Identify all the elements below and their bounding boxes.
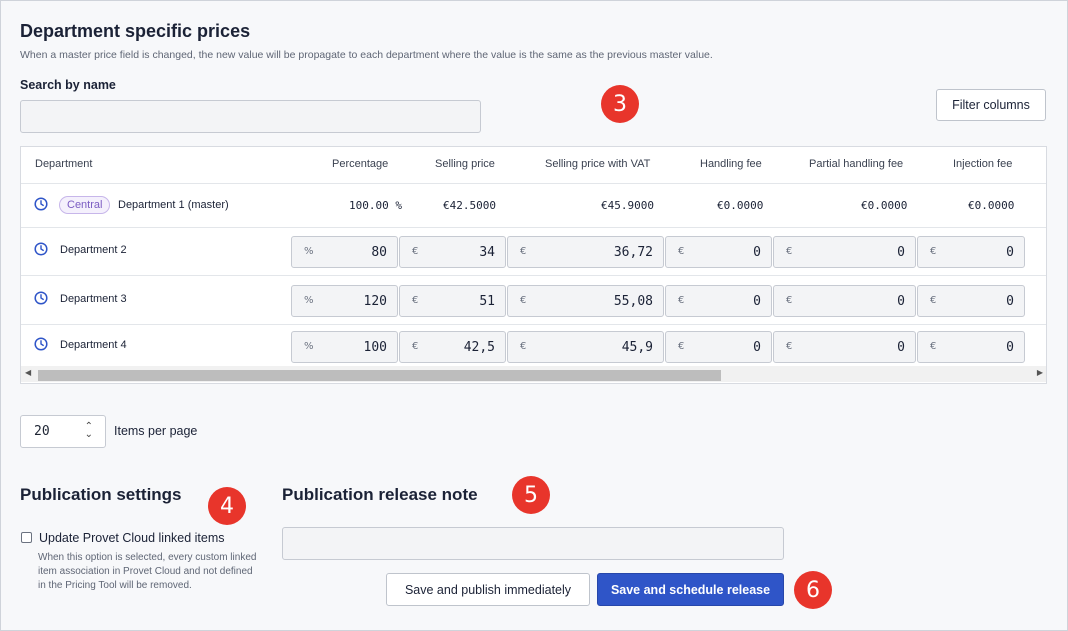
clock-icon[interactable]	[34, 242, 48, 256]
filter-columns-button[interactable]: Filter columns	[936, 89, 1046, 121]
save-and-schedule-button[interactable]: Save and schedule release	[597, 573, 784, 606]
master-handling-fee: €0.0000	[717, 199, 764, 212]
master-injection-fee: €0.0000	[968, 199, 1015, 212]
column-header-department: Department	[35, 158, 93, 170]
update-linked-items-label[interactable]: Update Provet Cloud linked items	[39, 531, 225, 545]
department-name: Department 3	[60, 293, 127, 305]
page-description: When a master price field is changed, th…	[20, 49, 713, 61]
column-header-selling-price: Selling price	[435, 158, 495, 170]
percentage-input[interactable]: % 120	[291, 285, 398, 317]
table-row-master: Central Department 1 (master) 100.00 % €…	[21, 184, 1046, 228]
injection-fee-input[interactable]: €0	[917, 285, 1025, 317]
table-row: Department 4 % 100 €42,5 €45,9 €0 €0 €0	[21, 325, 1046, 366]
selling-price-vat-input[interactable]: €36,72	[507, 236, 664, 268]
injection-fee-input[interactable]: €0	[917, 236, 1025, 268]
annotation-badge-3: 3	[601, 85, 639, 123]
table-row: Department 3 % 120 €51 €55,08 €0 €0 €0	[21, 276, 1046, 325]
clock-icon[interactable]	[34, 197, 48, 211]
release-note-input[interactable]	[282, 527, 784, 560]
department-name: Department 1 (master)	[118, 199, 229, 211]
handling-fee-input[interactable]: €0	[665, 331, 772, 363]
selling-price-input[interactable]: €42,5	[399, 331, 506, 363]
scroll-left-icon[interactable]: ◀	[25, 368, 31, 377]
column-header-injection-fee: Injection fee	[953, 158, 1013, 170]
items-per-page-value: 20	[34, 424, 50, 439]
selling-price-vat-input[interactable]: €55,08	[507, 285, 664, 317]
master-selling-price: €42.5000	[443, 199, 496, 212]
partial-handling-fee-input[interactable]: €0	[773, 285, 916, 317]
master-percentage: 100.00 %	[349, 199, 402, 212]
partial-handling-fee-input[interactable]: €0	[773, 236, 916, 268]
horizontal-scrollbar[interactable]: ◀ ▶	[21, 366, 1046, 382]
publication-settings-title: Publication settings	[20, 485, 182, 504]
table-row: Department 2 % 80 €34 €36,72 €0 €0 €0	[21, 228, 1046, 276]
selling-price-input[interactable]: €51	[399, 285, 506, 317]
clock-icon[interactable]	[34, 291, 48, 305]
master-partial-handling-fee: €0.0000	[861, 199, 908, 212]
handling-fee-input[interactable]: €0	[665, 285, 772, 317]
update-linked-items-checkbox[interactable]	[21, 532, 32, 543]
column-header-handling-fee: Handling fee	[700, 158, 762, 170]
handling-fee-input[interactable]: €0	[665, 236, 772, 268]
master-selling-price-vat: €45.9000	[601, 199, 654, 212]
annotation-badge-5: 5	[512, 476, 550, 514]
column-header-partial-handling-fee: Partial handling fee	[809, 158, 904, 170]
column-header-percentage: Percentage	[332, 158, 389, 170]
items-per-page-label: Items per page	[114, 424, 198, 438]
selling-price-input[interactable]: €34	[399, 236, 506, 268]
annotation-badge-4: 4	[208, 487, 246, 525]
chevron-updown-icon: ⌃ ⌄	[84, 421, 93, 440]
items-per-page-select[interactable]: 20 ⌃ ⌄	[20, 415, 106, 448]
release-note-title: Publication release note	[282, 485, 478, 504]
search-input[interactable]	[20, 100, 481, 133]
department-prices-table: Department Percentage Selling price Sell…	[20, 146, 1047, 384]
injection-fee-input[interactable]: €0	[917, 331, 1025, 363]
percentage-input[interactable]: % 100	[291, 331, 398, 363]
percentage-input[interactable]: % 80	[291, 236, 398, 268]
department-name: Department 4	[60, 339, 127, 351]
save-and-publish-button[interactable]: Save and publish immediately	[386, 573, 590, 606]
selling-price-vat-input[interactable]: €45,9	[507, 331, 664, 363]
column-header-selling-price-vat: Selling price with VAT	[545, 158, 651, 170]
scrollbar-thumb[interactable]	[38, 370, 721, 381]
department-name: Department 2	[60, 244, 127, 256]
annotation-badge-6: 6	[794, 571, 832, 609]
table-header: Department Percentage Selling price Sell…	[21, 147, 1046, 184]
page-frame: Department specific prices When a master…	[0, 0, 1068, 631]
central-tag: Central	[59, 196, 111, 214]
scroll-right-icon[interactable]: ▶	[1037, 368, 1043, 377]
partial-handling-fee-input[interactable]: €0	[773, 331, 916, 363]
update-linked-items-help: When this option is selected, every cust…	[38, 552, 257, 591]
clock-icon[interactable]	[34, 337, 48, 351]
search-label: Search by name	[20, 78, 116, 92]
page-title: Department specific prices	[20, 21, 251, 41]
